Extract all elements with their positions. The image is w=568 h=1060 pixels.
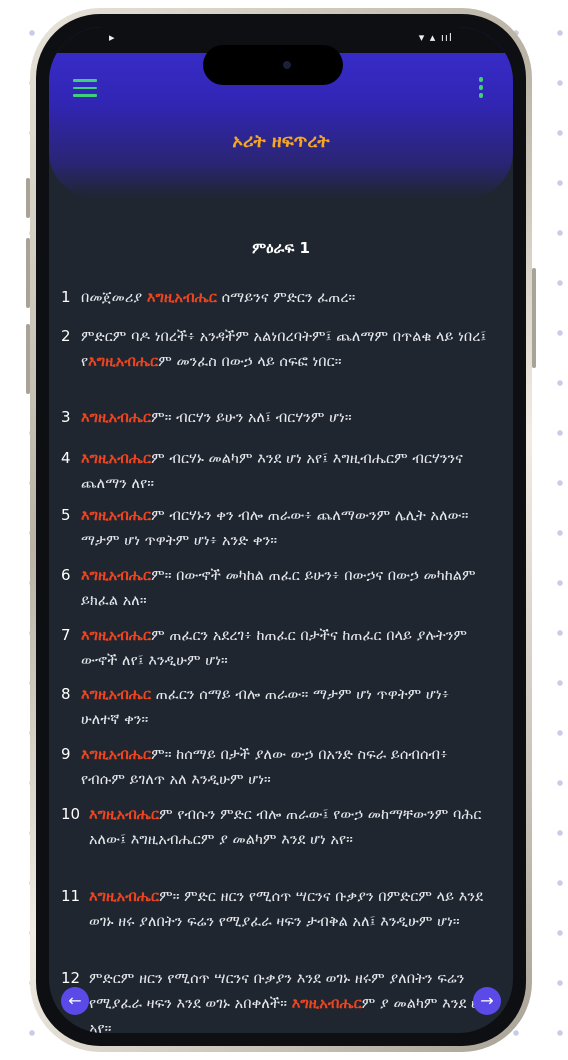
divine-name-highlight: እግዚአብሔር: [81, 507, 152, 524]
phone-bezel: ▸ ▾ ▴ ııl ኦሪት ዘፍጥረት ምዕራፍ 1 1 በመጀመሪያ እግዚአብ…: [36, 14, 526, 1046]
next-chapter-button[interactable]: →: [473, 987, 501, 1015]
divine-name-highlight: እግዚአብሔር: [81, 686, 152, 703]
divine-name-highlight: እግዚአብሔር: [291, 995, 362, 1012]
volume-down-button: [26, 324, 30, 394]
menu-icon[interactable]: [73, 79, 97, 99]
verse-text: እግዚአብሔርም። ምድር ዘርን የሚሰጥ ሣርንና ቡቃያን በምድርም ላ…: [89, 884, 491, 934]
arrow-left-icon: ←: [68, 991, 82, 1010]
divine-name-highlight: እግዚአብሔር: [81, 746, 152, 763]
divine-name-highlight: እግዚአብሔር: [146, 289, 217, 306]
verse-text: እግዚአብሔርም ብርሃኑ መልካም እንደ ሆነ አየ፤ እግዚብሔርም ብር…: [81, 446, 491, 496]
verse-item[interactable]: 10 እግዚአብሔርም የብሱን ምድር ብሎ ጠራው፤ የውኃ መከማቸውንም …: [49, 802, 491, 852]
status-left: ▸: [109, 31, 115, 44]
verse-text: በመጀመሪያ እግዚአብሔር ሰማይንና ምድርን ፈጠረ።: [81, 285, 491, 310]
verse-text-post: ሰማይንና ምድርን ፈጠረ።: [216, 289, 356, 306]
camera-icon: [283, 61, 291, 69]
app-screen: ▸ ▾ ▴ ııl ኦሪት ዘፍጥረት ምዕራፍ 1 1 በመጀመሪያ እግዚአብ…: [49, 27, 513, 1033]
verse-text: ምድርም ዘርን የሚሰጥ ሣርንና ቡቃያን እንደ ወገኑ ዘሩም ያለበት…: [89, 966, 491, 1033]
verse-number: 9: [61, 745, 71, 763]
verse-text-post: ም። ብርሃን ይሁን አለ፤ ብርሃንም ሆነ።: [151, 409, 352, 426]
prev-chapter-button[interactable]: ←: [61, 987, 89, 1015]
verse-item[interactable]: 1 በመጀመሪያ እግዚአብሔር ሰማይንና ምድርን ፈጠረ።: [49, 285, 491, 310]
verse-item[interactable]: 3 እግዚአብሔርም። ብርሃን ይሁን አለ፤ ብርሃንም ሆነ።: [49, 405, 491, 430]
verse-number: 3: [61, 408, 71, 426]
verse-item[interactable]: 7 እግዚአብሔርም ጠፈርን አደረገ፥ ከጠፈር በታችና ከጠፈር በላይ …: [49, 623, 491, 673]
power-button: [532, 268, 536, 368]
verse-text: እግዚአብሔርም። ከሰማይ በታች ያለው ውኃ በአንድ ስፍራ ይሰብሰብ…: [81, 742, 491, 792]
verse-item[interactable]: 5 እግዚአብሔርም ብርሃኑን ቀን ብሎ ጠራው፥ ጨለማውንም ሌሊት አለ…: [49, 503, 491, 553]
verse-number: 11: [61, 887, 81, 905]
verse-text: እግዚአብሔርም የብሱን ምድር ብሎ ጠራው፤ የውኃ መከማቸውንም ባሕ…: [89, 802, 491, 852]
phone-frame: ▸ ▾ ▴ ııl ኦሪት ዘፍጥረት ምዕራፍ 1 1 በመጀመሪያ እግዚአብ…: [26, 8, 536, 1052]
verse-item[interactable]: 4 እግዚአብሔርም ብርሃኑ መልካም እንደ ሆነ አየ፤ እግዚብሔርም ብ…: [49, 446, 491, 496]
verse-number: 1: [61, 288, 71, 306]
verse-item[interactable]: 8 እግዚአብሔር ጠፈርን ሰማይ ብሎ ጠራው። ማታም ሆነ ጥዋትም ሆነ…: [49, 682, 491, 732]
chapter-title: ምዕራፍ 1: [252, 239, 310, 257]
verse-number: 5: [61, 506, 71, 524]
dynamic-island: [203, 45, 343, 85]
mute-switch: [26, 178, 30, 218]
verse-number: 4: [61, 449, 71, 467]
verse-number: 7: [61, 626, 71, 644]
verse-number: 6: [61, 566, 71, 584]
verse-number: 2: [61, 327, 71, 345]
status-right: ▾ ▴ ııl: [418, 31, 453, 44]
divine-name-highlight: እግዚአብሔር: [81, 450, 152, 467]
divine-name-highlight: እግዚአብሔር: [88, 353, 159, 370]
app-title: ኦሪት ዘፍጥረት: [232, 131, 330, 152]
verse-text: እግዚአብሔር ጠፈርን ሰማይ ብሎ ጠራው። ማታም ሆነ ጥዋትም ሆነ፥…: [81, 682, 491, 732]
verse-number: 8: [61, 685, 71, 703]
verse-text: እግዚአብሔርም። ብርሃን ይሁን አለ፤ ብርሃንም ሆነ።: [81, 405, 491, 430]
verse-text-post: ም መንፈስ በውኃ ላይ ሰፍፎ ነበር።: [158, 353, 342, 370]
divine-name-highlight: እግዚአብሔር: [89, 806, 160, 823]
verse-text: እግዚአብሔርም። በውኆች መካከል ጠፈር ይሁን፥ በውኃና በውኃ መካ…: [81, 563, 491, 613]
verse-item[interactable]: 9 እግዚአብሔርም። ከሰማይ በታች ያለው ውኃ በአንድ ስፍራ ይሰብሰ…: [49, 742, 491, 792]
divine-name-highlight: እግዚአብሔር: [89, 888, 160, 905]
arrow-right-icon: →: [480, 991, 494, 1010]
verse-text: ምድርም ባዶ ነበረች፥ አንዳችም አልነበረባትም፤ ጨለማም በጥልቁ …: [81, 324, 491, 374]
verse-text: እግዚአብሔርም ጠፈርን አደረገ፥ ከጠፈር በታችና ከጠፈር በላይ ያ…: [81, 623, 491, 673]
verse-item[interactable]: 11 እግዚአብሔርም። ምድር ዘርን የሚሰጥ ሣርንና ቡቃያን በምድርም…: [49, 884, 491, 934]
divine-name-highlight: እግዚአብሔር: [81, 567, 152, 584]
verse-number: 10: [61, 805, 81, 823]
verse-item[interactable]: 12 ምድርም ዘርን የሚሰጥ ሣርንና ቡቃያን እንደ ወገኑ ዘሩም ያለ…: [49, 966, 491, 1033]
verse-text-pre: በመጀመሪያ: [81, 289, 147, 306]
more-vert-icon[interactable]: [477, 77, 485, 101]
divine-name-highlight: እግዚአብሔር: [81, 627, 152, 644]
verse-item[interactable]: 6 እግዚአብሔርም። በውኆች መካከል ጠፈር ይሁን፥ በውኃና በውኃ መ…: [49, 563, 491, 613]
divine-name-highlight: እግዚአብሔር: [81, 409, 152, 426]
volume-up-button: [26, 238, 30, 308]
verse-text: እግዚአብሔርም ብርሃኑን ቀን ብሎ ጠራው፥ ጨለማውንም ሌሊት አለው…: [81, 503, 491, 553]
verse-item[interactable]: 2 ምድርም ባዶ ነበረች፥ አንዳችም አልነበረባትም፤ ጨለማም በጥልቁ…: [49, 324, 491, 374]
